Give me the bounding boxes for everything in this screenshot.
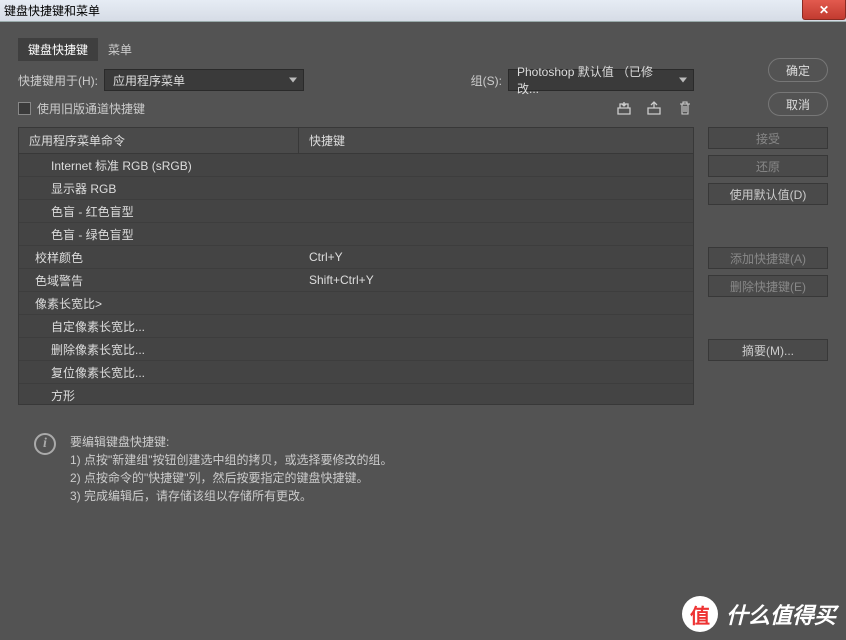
legacy-checkbox[interactable] bbox=[18, 102, 31, 115]
cell-shortcut[interactable]: Ctrl+Y bbox=[299, 250, 693, 264]
cell-command: Internet 标准 RGB (sRGB) bbox=[19, 157, 299, 174]
cell-shortcut[interactable]: Shift+Ctrl+Y bbox=[299, 273, 693, 287]
cell-command: 色域警告 bbox=[19, 272, 299, 289]
cell-command: 显示器 RGB bbox=[19, 180, 299, 197]
main-area: 应用程序菜单命令 快捷键 Internet 标准 RGB (sRGB) 显示器 R… bbox=[18, 127, 828, 405]
watermark: 值 什么值得买 bbox=[682, 596, 836, 632]
dropdown-row: 快捷键用于(H): 应用程序菜单 组(S): Photoshop 默认值 （已修… bbox=[18, 69, 828, 91]
cell-command: 复位像素长宽比... bbox=[19, 364, 299, 381]
col-command: 应用程序菜单命令 bbox=[19, 128, 299, 153]
tabs: 键盘快捷键 菜单 bbox=[18, 38, 828, 61]
legacy-row: 使用旧版通道快捷键 bbox=[18, 99, 828, 117]
ok-button[interactable]: 确定 bbox=[768, 58, 828, 82]
table-row[interactable]: 色域警告Shift+Ctrl+Y bbox=[19, 269, 693, 292]
table-row[interactable]: 色盲 - 红色盲型 bbox=[19, 200, 693, 223]
window-title: 键盘快捷键和菜单 bbox=[4, 2, 100, 19]
chevron-down-icon bbox=[679, 78, 687, 83]
table-header: 应用程序菜单命令 快捷键 bbox=[18, 127, 694, 153]
info-line2: 2) 点按命令的"快捷键"列，然后按要指定的键盘快捷键。 bbox=[70, 469, 393, 487]
saveas-icon bbox=[646, 100, 664, 116]
cell-command: 方形 bbox=[19, 387, 299, 404]
shortcuts-for-select[interactable]: 应用程序菜单 bbox=[104, 69, 304, 91]
titlebar: 键盘快捷键和菜单 ✕ bbox=[0, 0, 846, 22]
info-icon: i bbox=[34, 433, 56, 455]
cell-command: 色盲 - 红色盲型 bbox=[19, 203, 299, 220]
info-text: 要编辑键盘快捷键: 1) 点按"新建组"按钮创建选中组的拷贝，或选择要修改的组。… bbox=[70, 433, 393, 505]
table-row[interactable]: 显示器 RGB bbox=[19, 177, 693, 200]
undo-button[interactable]: 还原 bbox=[708, 155, 828, 177]
shortcuts-for-label: 快捷键用于(H): bbox=[18, 72, 98, 89]
dialog-body: 确定 取消 键盘快捷键 菜单 快捷键用于(H): 应用程序菜单 组(S): Ph… bbox=[0, 22, 846, 640]
action-buttons: 接受 还原 使用默认值(D) 添加快捷键(A) 删除快捷键(E) 摘要(M)..… bbox=[708, 127, 828, 405]
table-row[interactable]: 色盲 - 绿色盲型 bbox=[19, 223, 693, 246]
cancel-button[interactable]: 取消 bbox=[768, 92, 828, 116]
set-icons bbox=[616, 99, 694, 117]
summary-button[interactable]: 摘要(M)... bbox=[708, 339, 828, 361]
set-label: 组(S): bbox=[471, 72, 502, 89]
table-row[interactable]: 方形 bbox=[19, 384, 693, 405]
table-body[interactable]: Internet 标准 RGB (sRGB) 显示器 RGB 色盲 - 红色盲型色盲… bbox=[18, 153, 694, 405]
cell-command: 删除像素长宽比... bbox=[19, 341, 299, 358]
legacy-label: 使用旧版通道快捷键 bbox=[37, 100, 145, 117]
save-set-button[interactable] bbox=[616, 99, 634, 117]
table-row[interactable]: 删除像素长宽比... bbox=[19, 338, 693, 361]
close-button[interactable]: ✕ bbox=[802, 0, 846, 20]
save-icon bbox=[616, 100, 634, 116]
delete-shortcut-button[interactable]: 删除快捷键(E) bbox=[708, 275, 828, 297]
info-heading: 要编辑键盘快捷键: bbox=[70, 433, 393, 451]
col-shortcut: 快捷键 bbox=[299, 128, 693, 153]
set-select[interactable]: Photoshop 默认值 （已修改... bbox=[508, 69, 694, 91]
watermark-text: 什么值得买 bbox=[726, 598, 836, 630]
cell-command: 像素长宽比> bbox=[19, 295, 299, 312]
new-set-button[interactable] bbox=[646, 99, 664, 117]
info-line3: 3) 完成编辑后，请存储该组以存储所有更改。 bbox=[70, 487, 393, 505]
info-panel: i 要编辑键盘快捷键: 1) 点按"新建组"按钮创建选中组的拷贝，或选择要修改的… bbox=[18, 433, 828, 505]
dialog-buttons: 确定 取消 bbox=[768, 58, 828, 116]
cell-command: 色盲 - 绿色盲型 bbox=[19, 226, 299, 243]
table-row[interactable]: Internet 标准 RGB (sRGB) bbox=[19, 154, 693, 177]
tab-menus[interactable]: 菜单 bbox=[98, 38, 142, 61]
close-icon: ✕ bbox=[819, 3, 829, 17]
watermark-badge: 值 bbox=[682, 596, 718, 632]
chevron-down-icon bbox=[289, 78, 297, 83]
shortcuts-for-value: 应用程序菜单 bbox=[113, 72, 185, 89]
cell-command: 校样颜色 bbox=[19, 249, 299, 266]
use-default-button[interactable]: 使用默认值(D) bbox=[708, 183, 828, 205]
trash-icon bbox=[678, 100, 692, 116]
table-row[interactable]: 校样颜色Ctrl+Y bbox=[19, 246, 693, 269]
tab-shortcuts[interactable]: 键盘快捷键 bbox=[18, 38, 98, 61]
shortcuts-table: 应用程序菜单命令 快捷键 Internet 标准 RGB (sRGB) 显示器 R… bbox=[18, 127, 694, 405]
info-line1: 1) 点按"新建组"按钮创建选中组的拷贝，或选择要修改的组。 bbox=[70, 451, 393, 469]
table-row[interactable]: 像素长宽比> bbox=[19, 292, 693, 315]
table-row[interactable]: 自定像素长宽比... bbox=[19, 315, 693, 338]
add-shortcut-button[interactable]: 添加快捷键(A) bbox=[708, 247, 828, 269]
set-value: Photoshop 默认值 （已修改... bbox=[517, 63, 671, 97]
accept-button[interactable]: 接受 bbox=[708, 127, 828, 149]
cell-command: 自定像素长宽比... bbox=[19, 318, 299, 335]
table-row[interactable]: 复位像素长宽比... bbox=[19, 361, 693, 384]
delete-set-button[interactable] bbox=[676, 99, 694, 117]
